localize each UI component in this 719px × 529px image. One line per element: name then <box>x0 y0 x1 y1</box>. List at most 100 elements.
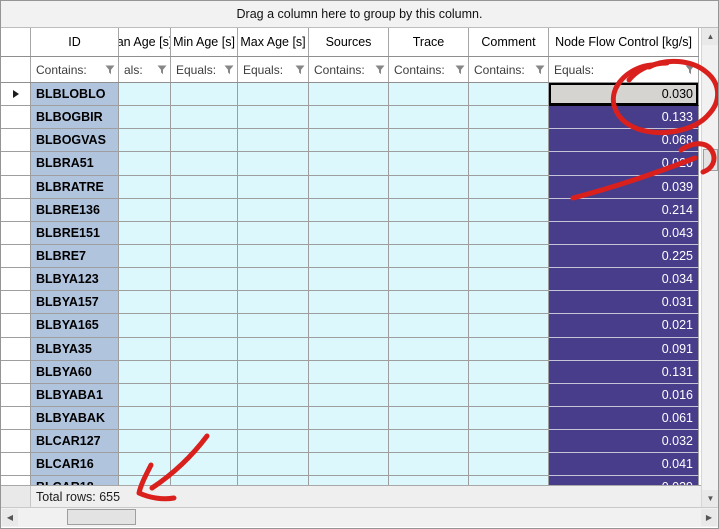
cell-mean_age[interactable] <box>119 476 171 485</box>
cell-node_flow[interactable]: 0.039 <box>549 176 699 199</box>
row-indicator-cell[interactable] <box>1 361 31 384</box>
vertical-scrollbar[interactable]: ▲ ▼ <box>701 28 718 507</box>
filter-funnel-icon[interactable] <box>157 65 167 75</box>
cell-node_flow[interactable]: 0.020 <box>549 152 699 175</box>
cell-id[interactable]: BLBRATRE <box>31 176 119 199</box>
cell-trace[interactable] <box>389 245 469 268</box>
row-indicator-cell[interactable] <box>1 384 31 407</box>
filter-cell-id[interactable]: Contains: <box>31 57 119 82</box>
cell-node_flow[interactable]: 0.016 <box>549 384 699 407</box>
cell-trace[interactable] <box>389 453 469 476</box>
cell-sources[interactable] <box>309 106 389 129</box>
cell-min_age[interactable] <box>171 384 238 407</box>
cell-min_age[interactable] <box>171 129 238 152</box>
cell-node_flow[interactable]: 0.041 <box>549 453 699 476</box>
cell-node_flow[interactable]: 0.021 <box>549 314 699 337</box>
horizontal-scrollbar[interactable]: ◀ ▶ <box>1 507 718 527</box>
cell-trace[interactable] <box>389 476 469 485</box>
horizontal-scrollbar-thumb[interactable] <box>67 509 136 525</box>
cell-comment[interactable] <box>469 453 549 476</box>
cell-min_age[interactable] <box>171 430 238 453</box>
cell-max_age[interactable] <box>238 453 309 476</box>
filter-cell-node_flow[interactable]: Equals: <box>549 57 699 82</box>
cell-id[interactable]: BLBYA35 <box>31 338 119 361</box>
cell-max_age[interactable] <box>238 338 309 361</box>
cell-node_flow[interactable]: 0.032 <box>549 430 699 453</box>
column-header-node_flow[interactable]: Node Flow Control [kg/s] <box>549 28 699 56</box>
scroll-right-button[interactable]: ▶ <box>701 509 717 526</box>
cell-mean_age[interactable] <box>119 152 171 175</box>
cell-comment[interactable] <box>469 314 549 337</box>
cell-sources[interactable] <box>309 384 389 407</box>
cell-id[interactable]: BLBYA123 <box>31 268 119 291</box>
cell-sources[interactable] <box>309 407 389 430</box>
cell-id[interactable]: BLBYABAK <box>31 407 119 430</box>
filter-cell-max_age[interactable]: Equals: <box>238 57 309 82</box>
row-indicator-cell[interactable] <box>1 291 31 314</box>
cell-id[interactable]: BLBOGBIR <box>31 106 119 129</box>
row-indicator-cell[interactable] <box>1 476 31 485</box>
cell-comment[interactable] <box>469 106 549 129</box>
cell-mean_age[interactable] <box>119 430 171 453</box>
cell-mean_age[interactable] <box>119 384 171 407</box>
cell-sources[interactable] <box>309 176 389 199</box>
cell-node_flow[interactable]: 0.225 <box>549 245 699 268</box>
filter-funnel-icon[interactable] <box>105 65 115 75</box>
column-header-trace[interactable]: Trace <box>389 28 469 56</box>
cell-node_flow[interactable]: 0.091 <box>549 338 699 361</box>
cell-min_age[interactable] <box>171 106 238 129</box>
cell-min_age[interactable] <box>171 176 238 199</box>
cell-id[interactable]: BLCAR18 <box>31 476 119 485</box>
column-header-id[interactable]: ID <box>31 28 119 56</box>
cell-id[interactable]: BLBYA165 <box>31 314 119 337</box>
cell-comment[interactable] <box>469 268 549 291</box>
group-by-panel[interactable]: Drag a column here to group by this colu… <box>1 1 718 28</box>
row-indicator-cell[interactable] <box>1 152 31 175</box>
cell-sources[interactable] <box>309 129 389 152</box>
cell-mean_age[interactable] <box>119 268 171 291</box>
cell-comment[interactable] <box>469 384 549 407</box>
cell-comment[interactable] <box>469 222 549 245</box>
column-header-max_age[interactable]: Max Age [s] <box>238 28 309 56</box>
cell-min_age[interactable] <box>171 268 238 291</box>
cell-max_age[interactable] <box>238 83 309 106</box>
cell-id[interactable]: BLBYABA1 <box>31 384 119 407</box>
cell-trace[interactable] <box>389 83 469 106</box>
cell-mean_age[interactable] <box>119 407 171 430</box>
cell-min_age[interactable] <box>171 199 238 222</box>
cell-max_age[interactable] <box>238 361 309 384</box>
cell-comment[interactable] <box>469 199 549 222</box>
cell-min_age[interactable] <box>171 453 238 476</box>
row-indicator-cell[interactable] <box>1 199 31 222</box>
cell-mean_age[interactable] <box>119 176 171 199</box>
cell-sources[interactable] <box>309 338 389 361</box>
column-header-min_age[interactable]: Min Age [s] <box>171 28 238 56</box>
cell-id[interactable]: BLBYA157 <box>31 291 119 314</box>
row-indicator-cell[interactable] <box>1 314 31 337</box>
scroll-up-button[interactable]: ▲ <box>702 28 719 45</box>
filter-funnel-icon[interactable] <box>295 65 305 75</box>
cell-mean_age[interactable] <box>119 222 171 245</box>
cell-comment[interactable] <box>469 152 549 175</box>
cell-trace[interactable] <box>389 407 469 430</box>
cell-trace[interactable] <box>389 152 469 175</box>
cell-sources[interactable] <box>309 291 389 314</box>
cell-sources[interactable] <box>309 152 389 175</box>
cell-node_flow[interactable]: 0.043 <box>549 222 699 245</box>
filter-funnel-icon[interactable] <box>535 65 545 75</box>
cell-mean_age[interactable] <box>119 129 171 152</box>
cell-sources[interactable] <box>309 361 389 384</box>
filter-cell-sources[interactable]: Contains: <box>309 57 389 82</box>
cell-node_flow[interactable]: 0.133 <box>549 106 699 129</box>
cell-sources[interactable] <box>309 268 389 291</box>
filter-funnel-icon[interactable] <box>685 65 695 75</box>
row-indicator-cell[interactable] <box>1 129 31 152</box>
cell-max_age[interactable] <box>238 407 309 430</box>
cell-max_age[interactable] <box>238 129 309 152</box>
filter-cell-comment[interactable]: Contains: <box>469 57 549 82</box>
cell-trace[interactable] <box>389 199 469 222</box>
cell-min_age[interactable] <box>171 338 238 361</box>
row-indicator-cell[interactable] <box>1 338 31 361</box>
cell-trace[interactable] <box>389 314 469 337</box>
cell-id[interactable]: BLCAR127 <box>31 430 119 453</box>
